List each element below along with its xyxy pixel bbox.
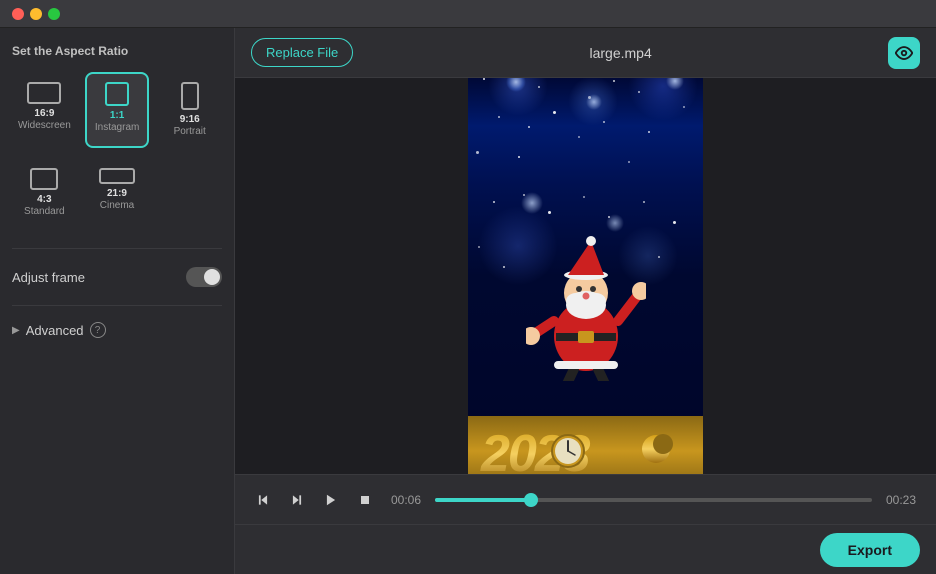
aspect-icon-11 (105, 82, 129, 106)
main-layout: Set the Aspect Ratio 16:9 Widescreen (0, 28, 936, 574)
adjust-frame-row: Adjust frame (12, 261, 222, 293)
aspect-ratio-standard[interactable]: 4:3 Standard (12, 158, 77, 228)
skip-back-button[interactable] (251, 488, 275, 512)
minimize-button[interactable] (30, 8, 42, 20)
traffic-lights (12, 8, 60, 20)
eye-button[interactable] (888, 37, 920, 69)
sidebar: Set the Aspect Ratio 16:9 Widescreen (0, 28, 235, 574)
aspect-ratio-widescreen[interactable]: 16:9 Widescreen (12, 72, 77, 148)
toggle-knob (204, 269, 220, 285)
play-button[interactable] (319, 488, 343, 512)
sidebar-title: Set the Aspect Ratio (12, 44, 222, 58)
aspect-label-219: 21:9 Cinema (100, 188, 134, 212)
stars-top (468, 78, 703, 186)
adjust-frame-label: Adjust frame (12, 270, 85, 285)
aspect-icon-219 (99, 168, 135, 184)
aspect-icon-43 (30, 168, 58, 190)
aspect-label-169: 16:9 Widescreen (18, 108, 71, 132)
maximize-button[interactable] (48, 8, 60, 20)
adjust-frame-toggle[interactable] (186, 267, 222, 287)
aspect-icon-169 (27, 82, 61, 104)
content-area: Replace File large.mp4 (235, 28, 936, 574)
eye-icon (895, 44, 913, 62)
santa-svg (526, 221, 646, 381)
current-time: 00:06 (387, 493, 425, 507)
aspect-ratio-grid-row1: 16:9 Widescreen 1:1 Instagram (12, 72, 222, 148)
export-button[interactable]: Export (820, 533, 920, 567)
close-button[interactable] (12, 8, 24, 20)
progress-bar[interactable] (435, 498, 872, 502)
chevron-right-icon: ▶ (12, 325, 20, 336)
aspect-icon-916 (181, 82, 199, 110)
advanced-row[interactable]: ▶ Advanced ? (12, 318, 222, 342)
santa-character (468, 186, 703, 416)
advanced-label: Advanced (26, 323, 84, 338)
video-top (468, 78, 703, 186)
aspect-ratio-portrait[interactable]: 9:16 Portrait (157, 72, 222, 148)
top-bar: Replace File large.mp4 (235, 28, 936, 78)
replace-file-button[interactable]: Replace File (251, 38, 353, 67)
bottom-bar: Export (235, 524, 936, 574)
title-bar (0, 0, 936, 28)
divider-1 (12, 248, 222, 249)
info-icon[interactable]: ? (90, 322, 106, 338)
video-area: 2023 (235, 78, 936, 474)
aspect-label-43: 4:3 Standard (24, 194, 65, 218)
total-time: 00:23 (882, 493, 920, 507)
step-back-button[interactable] (285, 488, 309, 512)
progress-thumb[interactable] (524, 493, 538, 507)
video-preview: 2023 (468, 78, 703, 474)
aspect-ratio-instagram[interactable]: 1:1 Instagram (85, 72, 150, 148)
aspect-label-11: 1:1 Instagram (95, 110, 139, 134)
file-name: large.mp4 (590, 45, 652, 61)
aspect-ratio-grid-row2: 4:3 Standard 21:9 Cinema (12, 158, 222, 228)
stop-button[interactable] (353, 488, 377, 512)
video-bottom: 2023 (468, 186, 703, 474)
aspect-label-916: 9:16 Portrait (174, 114, 206, 138)
player-bar: 00:06 00:23 (235, 474, 936, 524)
progress-fill (435, 498, 531, 502)
divider-2 (12, 305, 222, 306)
aspect-ratio-cinema[interactable]: 21:9 Cinema (85, 158, 150, 228)
